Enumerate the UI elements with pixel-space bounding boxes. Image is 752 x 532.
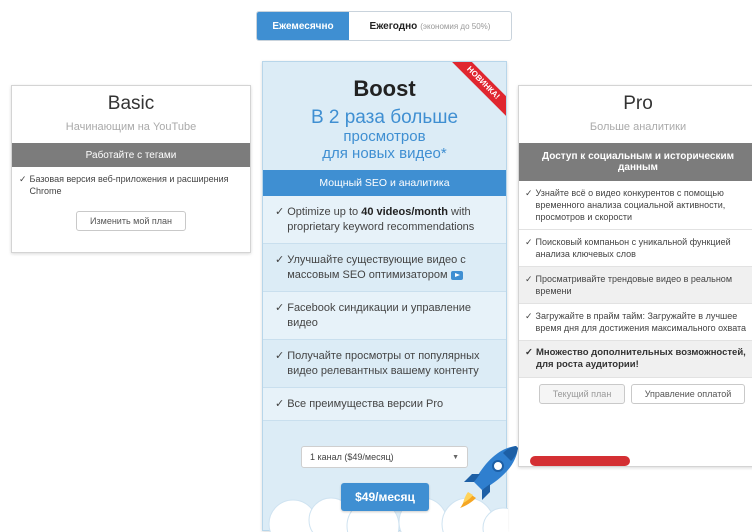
plan-band: Мощный SEO и аналитика [263,170,506,196]
feature-item: ✓ Узнайте всё о видео конкурентов с помо… [519,181,752,230]
subscribe-price-button[interactable]: $49/месяц [341,483,429,511]
highlight-underline [530,456,630,466]
new-ribbon-label: НОВИНКА! [446,62,506,120]
feature-item: ✓ Получайте просмотры от популярных виде… [263,340,506,388]
feature-item: ✓ Все преимущества версии Pro [263,388,506,421]
rocket-icon [460,446,518,508]
feature-item: ✓ Optimize up to 40 videos/month with pr… [263,196,506,244]
plan-subtitle: Начинающим на YouTube [65,121,197,133]
feature-text: Базовая версия веб-приложения и расширен… [29,174,229,196]
check-icon: ✓ [275,398,285,410]
check-icon: ✓ [275,302,285,314]
plan-subtitle: Больше аналитики [589,121,687,133]
plan-band: Работайте с тегами [12,143,250,167]
plan-title: Basic [107,93,155,114]
yearly-label: Ежегодно [369,20,418,32]
current-plan-button[interactable]: Текущий план [539,384,625,404]
tagline-line: для новых видео* [322,145,447,162]
check-icon: ✓ [525,311,533,321]
new-ribbon: НОВИНКА! [444,62,506,124]
feature-text: Улучшайте существующие видео с массовым … [287,254,466,281]
check-icon: ✓ [525,188,533,198]
plan-band: Доступ к социальным и историческим данны… [519,143,752,181]
feature-item: ✓ Улучшайте существующие видео с массовы… [263,244,506,292]
feature-item: ✓ Множество дополнительных возможностей,… [519,341,752,378]
yearly-savings-note: (экономия до 50%) [420,21,491,31]
billing-period-toggle: Ежемесячно Ежегодно (экономия до 50%) [256,11,512,41]
monthly-option[interactable]: Ежемесячно [257,12,349,40]
feature-text: Узнайте всё о видео конкурентов с помощь… [535,188,726,222]
check-icon: ✓ [19,174,27,184]
feature-text: Получайте просмотры от популярных видео … [287,350,480,377]
feature-text: Просматривайте трендовые видео в реально… [535,274,733,296]
check-icon: ✓ [275,350,285,362]
plan-title: Pro [623,93,653,114]
select-value: 1 канал ($49/месяц) [310,452,394,462]
change-plan-button[interactable]: Изменить мой план [76,211,186,231]
feature-item: ✓ Facebook синдикации и управление видео [263,292,506,340]
check-icon: ✓ [525,274,533,284]
tagline-line: просмотров [343,128,426,145]
yearly-option[interactable]: Ежегодно (экономия до 50%) [349,12,511,40]
feature-text: Загружайте в прайм тайм: Загружайте в лу… [535,311,747,333]
check-icon: ✓ [275,206,285,218]
feature-item: ✓ Просматривайте трендовые видео в реаль… [519,267,752,304]
channel-count-select[interactable]: 1 канал ($49/месяц) ▼ [301,446,468,468]
feature-item: ✓ Базовая версия веб-приложения и расшир… [12,167,250,203]
feature-text: Facebook синдикации и управление видео [287,302,472,329]
check-icon: ✓ [525,347,533,358]
feature-text: Optimize up to 40 videos/month with prop… [287,206,475,233]
video-icon[interactable] [450,270,463,280]
manage-billing-button[interactable]: Управление оплатой [631,384,745,404]
check-icon: ✓ [525,237,533,247]
check-icon: ✓ [275,254,285,266]
pro-actions: Текущий план Управление оплатой [519,378,752,404]
basic-plan-card: Basic Начинающим на YouTube Работайте с … [11,85,251,253]
feature-item: ✓ Поисковый компаньон с уникальной функц… [519,230,752,267]
feature-text: Все преимущества версии Pro [287,398,444,410]
pro-plan-card: Pro Больше аналитики Доступ к социальным… [518,85,752,467]
feature-text: Множество дополнительных возможностей, д… [535,347,746,370]
feature-text: Поисковый компаньон с уникальной функцие… [535,237,731,259]
feature-item: ✓ Загружайте в прайм тайм: Загружайте в … [519,304,752,341]
